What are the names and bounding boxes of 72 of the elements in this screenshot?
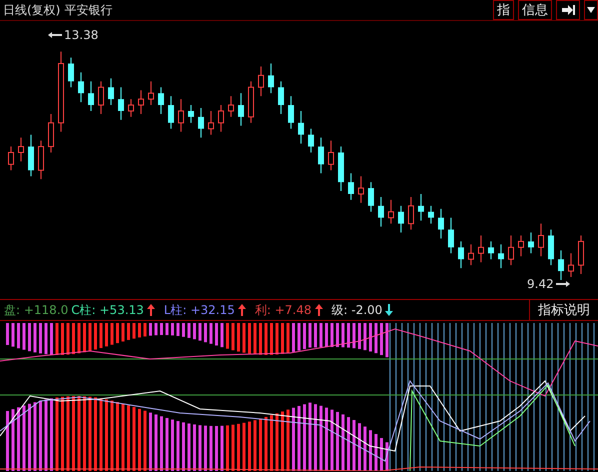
dropdown-icon[interactable] xyxy=(584,0,598,20)
right-arrow-icon xyxy=(556,280,570,288)
candlestick xyxy=(338,146,344,192)
candlestick xyxy=(158,86,164,114)
toolbar-button[interactable]: 信息 xyxy=(518,0,552,20)
candlestick xyxy=(268,63,274,94)
candlestick xyxy=(388,199,394,224)
candlestick xyxy=(128,98,134,118)
candlestick xyxy=(228,96,234,118)
candlestick xyxy=(238,92,244,126)
candlestick xyxy=(478,235,484,263)
candlestick xyxy=(218,104,224,132)
candlestick xyxy=(78,72,84,103)
indicator-reading: C柱: +53.13 xyxy=(71,302,144,318)
candlestick xyxy=(528,232,534,254)
candlestick xyxy=(568,252,574,278)
candlestick xyxy=(358,176,364,204)
candlestick xyxy=(68,57,74,88)
candlestick xyxy=(438,208,444,239)
candlestick xyxy=(248,80,254,124)
candlestick xyxy=(498,244,504,269)
indicator-reading: 级: -2.00 xyxy=(332,302,382,318)
indicator-reading: L柱: +32.15 xyxy=(164,302,235,318)
candlestick xyxy=(468,244,474,266)
candlestick xyxy=(178,98,184,132)
candlestick xyxy=(18,137,24,162)
candlestick xyxy=(8,146,14,171)
candlestick xyxy=(258,66,264,97)
stock-name: 平安银行 xyxy=(64,2,112,18)
candlestick xyxy=(188,104,194,124)
candlestick xyxy=(418,194,424,222)
candlestick xyxy=(108,78,114,106)
indicator-reading: 利: +7.48 xyxy=(254,302,312,318)
candlestick xyxy=(428,205,434,224)
indicator-reading: 盘: +118.0 xyxy=(4,302,68,318)
left-arrow-icon xyxy=(48,31,62,39)
candlestick xyxy=(278,80,284,114)
candlestick xyxy=(88,80,94,112)
candlestick xyxy=(368,182,374,212)
candlestick xyxy=(148,80,154,106)
candlestick xyxy=(328,140,334,171)
candlestick xyxy=(538,223,544,257)
candlestick xyxy=(518,235,524,257)
candlestick xyxy=(558,250,564,280)
candlestick xyxy=(48,113,54,153)
candlestick xyxy=(448,217,454,254)
candlestick xyxy=(378,196,384,228)
high-price-label: 13.38 xyxy=(64,28,98,42)
candlestick xyxy=(208,110,214,136)
candlestick xyxy=(408,196,414,230)
candlestick xyxy=(578,235,584,275)
candlestick xyxy=(458,240,464,269)
candlestick xyxy=(318,137,324,174)
candlestick xyxy=(168,96,174,130)
candlestick xyxy=(398,205,404,234)
candlestick xyxy=(298,110,304,144)
low-price-label: 9.42 xyxy=(527,277,554,291)
candlestick xyxy=(508,235,514,266)
candlestick xyxy=(138,90,144,114)
chart-period: 日线(复权) xyxy=(3,2,60,18)
candlestick xyxy=(98,80,104,114)
candlestick xyxy=(548,229,554,266)
skip-to-end-icon[interactable] xyxy=(556,0,580,20)
candlestick xyxy=(28,134,34,177)
candlestick xyxy=(488,240,494,260)
candlestick xyxy=(348,172,354,200)
candlestick xyxy=(288,96,294,130)
toolbar-button[interactable]: 指 xyxy=(493,0,514,20)
candlestick xyxy=(118,86,124,120)
candlestick xyxy=(198,108,204,138)
candlestick xyxy=(308,128,314,153)
candlestick xyxy=(38,140,44,180)
